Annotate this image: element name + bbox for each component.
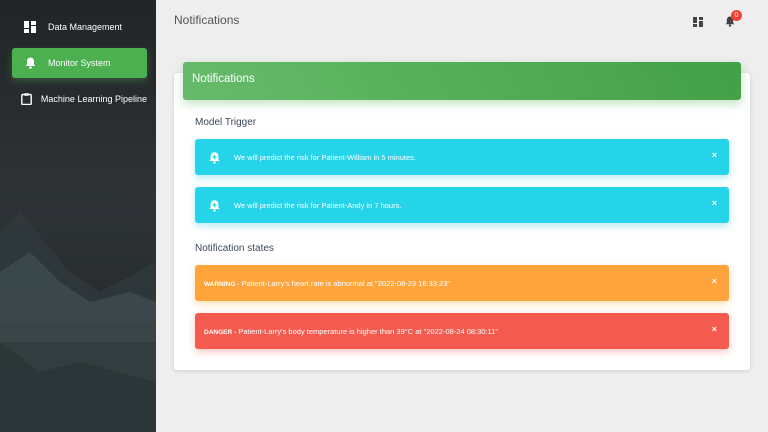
model-trigger-alert: We will predict the risk for Patient-And… [195,187,729,223]
card-header-title: Notifications [183,62,741,100]
dashboard-icon [12,21,48,33]
alert-message: We will predict the risk for Patient-And… [234,200,402,210]
alert-type-label: WARNING - [204,280,240,288]
sidebar-nav: Data Management Monitor System Machine L… [0,0,156,114]
danger-alert: DANGER - Patient-Larry's body temperatur… [195,313,729,349]
sidebar-background-image [0,212,156,432]
sidebar-item-data-management[interactable]: Data Management [12,12,147,42]
model-trigger-title: Model Trigger [195,117,257,128]
alert-message: DANGER - Patient-Larry's body temperatur… [195,327,498,336]
notification-states-title: Notification states [195,243,274,254]
bell-icon [12,57,48,69]
sidebar-item-label: Data Management [48,22,123,32]
alert-type-label: DANGER - [204,328,237,336]
close-icon[interactable]: × [712,324,717,334]
sidebar-item-label: Monitor System [48,58,111,68]
close-icon[interactable]: × [712,276,717,286]
top-navbar: Notifications 0 [156,0,768,42]
alarm-bell-icon [195,151,234,164]
alert-text: Patient-Larry's body temperature is high… [238,326,499,336]
alarm-bell-icon [195,199,234,212]
clipboard-icon [12,93,41,105]
sidebar-item-machine-learning-pipeline[interactable]: Machine Learning Pipeline [12,84,147,114]
sidebar-item-monitor-system[interactable]: Monitor System [12,48,147,78]
model-trigger-alert: We will predict the risk for Patient-Wil… [195,139,729,175]
close-icon[interactable]: × [712,150,717,160]
alert-message: WARNING - Patient-Larry's heart rate is … [195,279,450,288]
sidebar-item-label: Machine Learning Pipeline [40,94,147,104]
sidebar: Data Management Monitor System Machine L… [0,0,156,432]
dashboard-icon[interactable] [693,14,707,28]
alert-text: Patient-Larry's heart rate is abnormal a… [241,278,451,288]
notification-count-badge: 0 [731,10,742,21]
page-title: Notifications [174,13,240,27]
close-icon[interactable]: × [712,198,717,208]
alert-message: We will predict the risk for Patient-Wil… [234,152,416,162]
warning-alert: WARNING - Patient-Larry's heart rate is … [195,265,729,301]
